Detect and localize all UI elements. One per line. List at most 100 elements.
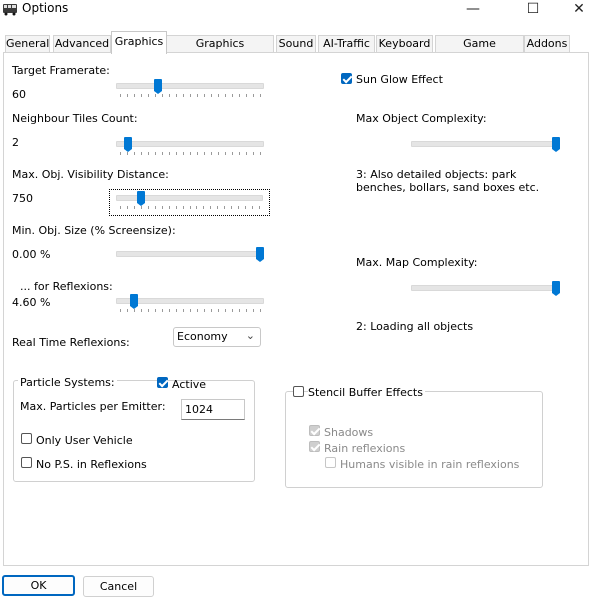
chevron-down-icon: ⌄ <box>245 329 255 342</box>
slider-tick <box>232 94 233 97</box>
slider-tick <box>182 206 184 209</box>
tab-label: Graphics <box>114 35 164 48</box>
slider-tick <box>246 309 247 312</box>
maximize-button[interactable]: ☐ <box>510 0 556 22</box>
slider-tick <box>133 206 135 209</box>
slider-tick <box>197 152 198 155</box>
ok-label: OK <box>30 579 47 592</box>
slider-tick <box>253 152 254 155</box>
slider-tick <box>203 206 205 209</box>
slider-tick <box>252 206 254 209</box>
slider-tick <box>210 206 212 209</box>
slider-tick <box>148 152 149 155</box>
neighbour-tiles-label: Neighbour Tiles Count: <box>12 112 138 125</box>
rain-reflexions-checkbox[interactable] <box>309 441 320 452</box>
slider-tick <box>189 206 191 209</box>
realtime-reflexions-select[interactable]: Economy ⌄ <box>173 327 261 347</box>
slider-tick <box>154 206 156 209</box>
slider-tick <box>225 309 226 312</box>
minimize-button[interactable]: — <box>450 0 496 22</box>
slider-tick <box>218 94 219 97</box>
slider-tick <box>183 152 184 155</box>
slider-tick <box>197 94 198 97</box>
slider-thumb[interactable] <box>552 137 560 152</box>
sun-glow-checkbox[interactable] <box>341 73 352 84</box>
slider-tick <box>245 206 247 209</box>
tab-label: Addons <box>526 37 568 50</box>
max-object-complexity-label: Max Object Complexity: <box>356 112 487 125</box>
cancel-button[interactable]: Cancel <box>83 576 154 597</box>
close-icon: ✕ <box>573 1 585 17</box>
slider-tick <box>141 309 142 312</box>
tab-game-controller[interactable]: Game Controller <box>435 35 524 66</box>
slider-thumb[interactable] <box>552 281 560 296</box>
slider-tick <box>155 309 156 312</box>
tab-label: Sound <box>278 37 314 50</box>
slider-tick <box>211 309 212 312</box>
stencil-buffer-checkbox[interactable] <box>293 386 304 397</box>
only-user-vehicle-checkbox[interactable] <box>21 433 32 444</box>
no-ps-reflexions-checkbox[interactable] <box>21 457 32 468</box>
tab-addons[interactable]: Addons <box>524 35 570 53</box>
cancel-label: Cancel <box>99 580 138 593</box>
slider-tick <box>211 94 212 97</box>
slider-tick <box>196 206 198 209</box>
max-visibility-label: Max. Obj. Visibility Distance: <box>12 168 169 181</box>
slider-ticks <box>116 94 264 97</box>
tab-general[interactable]: General <box>5 35 50 53</box>
close-button[interactable]: ✕ <box>556 0 591 22</box>
slider-thumb[interactable] <box>136 191 145 206</box>
slider-tick <box>175 206 177 209</box>
tab-ai-traffic[interactable]: AI-Traffic <box>318 35 375 53</box>
tab-graphics-advanced[interactable]: Graphics (advanced) <box>166 35 274 66</box>
tab-label: Advanced <box>54 37 110 50</box>
slider-tick <box>148 94 149 97</box>
slider-tick <box>148 309 149 312</box>
humans-rain-label: Humans visible in rain reflexions <box>340 458 520 471</box>
tab-keyboard[interactable]: Keyboard <box>376 35 433 53</box>
slider-tick <box>134 152 135 155</box>
min-obj-size-value: 0.00 % <box>12 248 51 261</box>
slider-tick <box>232 309 233 312</box>
realtime-reflexions-selected: Economy <box>177 330 228 343</box>
slider-tick <box>169 309 170 312</box>
tab-sound[interactable]: Sound <box>276 35 316 53</box>
neighbour-tiles-value: 2 <box>12 136 19 149</box>
particles-active-checkbox[interactable] <box>157 377 168 388</box>
slider-thumb[interactable] <box>124 137 133 152</box>
slider-tick <box>155 152 156 155</box>
slider-track <box>411 285 560 291</box>
slider-thumb[interactable] <box>153 79 162 94</box>
slider-thumb[interactable] <box>256 247 264 262</box>
slider-tick <box>169 152 170 155</box>
max-visibility-slider[interactable] <box>109 189 270 216</box>
tab-label: AI-Traffic <box>323 37 370 50</box>
for-reflexions-slider[interactable] <box>116 293 264 317</box>
slider-tick <box>225 152 226 155</box>
slider-tick <box>225 94 226 97</box>
slider-tick <box>238 206 240 209</box>
slider-thumb[interactable] <box>130 294 138 309</box>
max-object-complexity-slider[interactable] <box>411 136 560 160</box>
humans-rain-checkbox[interactable] <box>325 457 336 468</box>
shadows-checkbox[interactable] <box>309 425 320 436</box>
slider-tick <box>120 309 121 312</box>
no-ps-reflexions-label: No P.S. in Reflexions <box>36 458 147 471</box>
min-obj-size-slider[interactable] <box>116 246 264 270</box>
max-particles-input[interactable]: 1024 <box>181 399 245 420</box>
slider-tick <box>204 309 205 312</box>
slider-ticks <box>116 309 264 312</box>
min-obj-size-label: Min. Obj. Size (% Screensize): <box>12 224 176 237</box>
slider-tick <box>140 206 142 209</box>
tab-graphics[interactable]: Graphics <box>111 31 167 54</box>
slider-tick <box>232 152 233 155</box>
tab-advanced[interactable]: Advanced <box>53 35 111 53</box>
ok-button[interactable]: OK <box>2 575 75 596</box>
slider-track <box>116 83 264 89</box>
target-framerate-slider[interactable] <box>116 78 264 102</box>
max-object-complexity-description: 3: Also detailed objects: park benches, … <box>356 168 540 194</box>
slider-tick <box>162 309 163 312</box>
max-map-complexity-slider[interactable] <box>411 280 560 304</box>
neighbour-tiles-slider[interactable] <box>116 136 264 160</box>
slider-tick <box>126 206 128 209</box>
